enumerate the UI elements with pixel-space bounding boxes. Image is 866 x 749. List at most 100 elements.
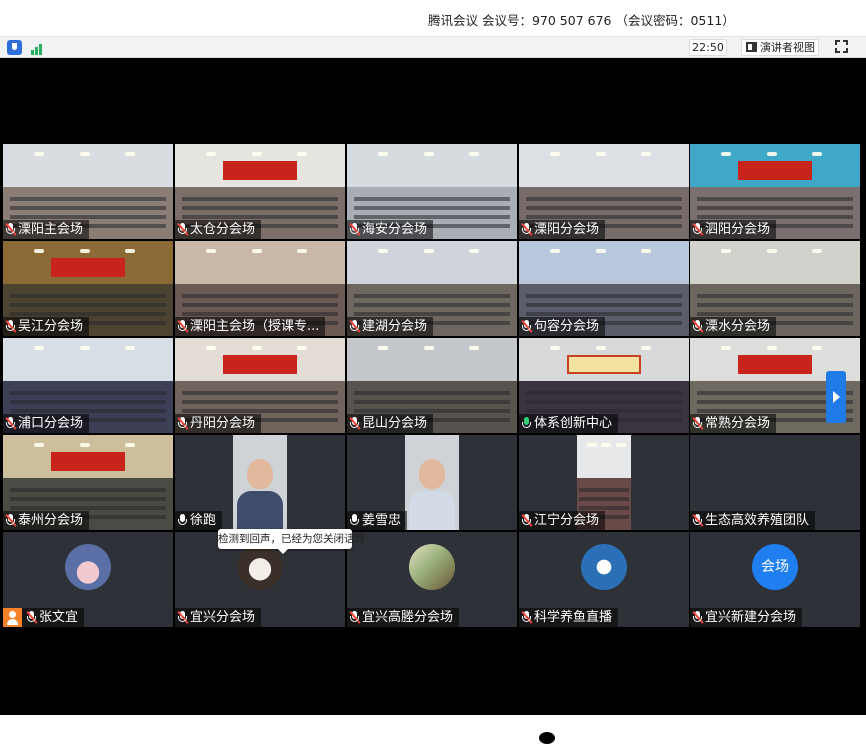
participant-label: 泗阳分会场 bbox=[690, 220, 777, 239]
mic-muted-icon bbox=[177, 320, 189, 333]
participant-name: 吴江分会场 bbox=[18, 319, 84, 334]
participant-tile[interactable]: 丹阳分会场 bbox=[175, 338, 345, 433]
participant-label: 徐跑 bbox=[175, 511, 223, 530]
participant-name: 太仓分会场 bbox=[190, 222, 256, 237]
mic-muted-icon bbox=[521, 223, 533, 236]
participant-tile[interactable]: 徐跑 bbox=[175, 435, 345, 530]
participant-name: 张文宜 bbox=[39, 610, 79, 625]
mic-muted-icon bbox=[5, 223, 17, 236]
mic-muted-icon bbox=[5, 417, 17, 430]
speaker-view-icon bbox=[746, 42, 757, 52]
participant-label: 宜兴新建分会场 bbox=[690, 608, 803, 627]
mic-muted-icon bbox=[349, 611, 361, 624]
participant-tile[interactable]: 科学养鱼直播 bbox=[519, 532, 689, 627]
participant-tile[interactable]: 太仓分会场 bbox=[175, 144, 345, 239]
participant-label: 吴江分会场 bbox=[3, 317, 90, 336]
mic-muted-icon bbox=[692, 320, 704, 333]
microphone-icon bbox=[349, 514, 360, 527]
avatar bbox=[409, 544, 455, 590]
participant-tile[interactable]: 溧阳主会场（授课专... bbox=[175, 241, 345, 336]
participant-tile[interactable]: 句容分会场 bbox=[519, 241, 689, 336]
echo-tooltip: 检测到回声，已经为您关闭话筒 bbox=[218, 529, 365, 554]
participant-tile[interactable]: 海安分会场 bbox=[347, 144, 517, 239]
participant-label: 浦口分会场 bbox=[3, 414, 90, 433]
participant-tile[interactable]: 溧水分会场 bbox=[690, 241, 860, 336]
participant-tile[interactable]: 吴江分会场 bbox=[3, 241, 173, 336]
participant-name: 宜兴分会场 bbox=[190, 610, 256, 625]
participant-tile[interactable]: 溧阳主会场 bbox=[3, 144, 173, 239]
participant-label: 江宁分会场 bbox=[519, 511, 606, 530]
video-feed bbox=[405, 435, 459, 530]
watermark: 中国水科院淡水渔业研究中心 bbox=[524, 719, 839, 749]
participant-name: 徐跑 bbox=[190, 513, 217, 528]
wechat-icon bbox=[524, 720, 558, 748]
user-icon bbox=[3, 608, 22, 627]
participant-name: 丹阳分会场 bbox=[190, 416, 256, 431]
mic-muted-icon bbox=[349, 223, 361, 236]
participant-label: 宜兴高塍分会场 bbox=[347, 608, 460, 627]
participant-tile[interactable]: 宜兴高塍分会场 bbox=[347, 532, 517, 627]
participant-label: 姜雪忠 bbox=[347, 511, 408, 530]
participant-label: 溧水分会场 bbox=[690, 317, 777, 336]
participant-tile[interactable]: 体系创新中心 bbox=[519, 338, 689, 433]
participant-tile[interactable]: 建湖分会场 bbox=[347, 241, 517, 336]
mic-muted-icon bbox=[5, 514, 17, 527]
participant-label: 句容分会场 bbox=[519, 317, 606, 336]
avatar bbox=[237, 544, 283, 590]
participant-name: 溧阳主会场 bbox=[18, 222, 84, 237]
participant-name: 建湖分会场 bbox=[362, 319, 428, 334]
participant-tile[interactable]: 张文宜 bbox=[3, 532, 173, 627]
participant-tile[interactable]: 姜雪忠 bbox=[347, 435, 517, 530]
signal-icon[interactable] bbox=[31, 40, 46, 55]
participant-tile[interactable]: 江宁分会场 bbox=[519, 435, 689, 530]
microphone-icon bbox=[521, 417, 532, 430]
mic-muted-icon bbox=[521, 611, 533, 624]
participant-name: 泗阳分会场 bbox=[705, 222, 771, 237]
fullscreen-icon[interactable] bbox=[835, 40, 848, 53]
mic-muted-icon bbox=[692, 417, 704, 430]
video-stage: 溧阳主会场 太仓分会场 海安分会场 溧阳分会场 泗阳分会场吴江分会场 溧阳主会场（授课专.… bbox=[0, 58, 866, 747]
participant-name: 浦口分会场 bbox=[18, 416, 84, 431]
participant-label: 太仓分会场 bbox=[175, 220, 262, 239]
mic-muted-icon bbox=[692, 611, 704, 624]
participant-label: 昆山分会场 bbox=[347, 414, 434, 433]
speaker-view-button[interactable]: 演讲者视图 bbox=[741, 39, 819, 56]
participant-tile[interactable]: 泗阳分会场 bbox=[690, 144, 860, 239]
mic-muted-icon bbox=[349, 417, 361, 430]
meeting-timer: 22:50 bbox=[689, 39, 727, 56]
participant-label: 丹阳分会场 bbox=[175, 414, 262, 433]
participant-name: 科学养鱼直播 bbox=[534, 610, 613, 625]
shield-icon[interactable] bbox=[7, 40, 22, 55]
participant-label: 生态高效养殖团队 bbox=[690, 511, 816, 530]
participant-label: 张文宜 bbox=[3, 608, 85, 627]
title-bar: 腾讯会议 会议号：970 507 676 （会议密码：0511） bbox=[0, 0, 866, 36]
participant-name: 昆山分会场 bbox=[362, 416, 428, 431]
meeting-title: 腾讯会议 会议号：970 507 676 （会议密码：0511） bbox=[428, 13, 735, 28]
participant-tile[interactable]: 会场 宜兴新建分会场 bbox=[690, 532, 860, 627]
mic-muted-icon bbox=[26, 611, 38, 624]
participant-tile[interactable]: 生态高效养殖团队 bbox=[690, 435, 860, 530]
participant-label: 体系创新中心 bbox=[519, 414, 619, 433]
participant-tile[interactable]: 泰州分会场 bbox=[3, 435, 173, 530]
participant-tile[interactable]: 浦口分会场 bbox=[3, 338, 173, 433]
next-page-button[interactable] bbox=[826, 371, 846, 423]
participant-tile[interactable]: 溧阳分会场 bbox=[519, 144, 689, 239]
microphone-icon bbox=[177, 514, 188, 527]
participant-label: 泰州分会场 bbox=[3, 511, 90, 530]
mic-muted-icon bbox=[521, 320, 533, 333]
participant-name: 宜兴新建分会场 bbox=[705, 610, 797, 625]
participant-label: 溧阳主会场（授课专... bbox=[175, 317, 326, 336]
participant-name: 海安分会场 bbox=[362, 222, 428, 237]
participant-name: 句容分会场 bbox=[534, 319, 600, 334]
participant-name: 溧阳分会场 bbox=[534, 222, 600, 237]
video-feed bbox=[233, 435, 287, 530]
mic-muted-icon bbox=[692, 514, 704, 527]
watermark-text: 中国水科院淡水渔业研究中心 bbox=[566, 723, 839, 747]
participant-tile[interactable]: 昆山分会场 bbox=[347, 338, 517, 433]
mic-muted-icon bbox=[521, 514, 533, 527]
participant-name: 江宁分会场 bbox=[534, 513, 600, 528]
meeting-toolbar: 22:50 演讲者视图 bbox=[0, 36, 866, 58]
mic-muted-icon bbox=[177, 223, 189, 236]
participant-label: 常熟分会场 bbox=[690, 414, 777, 433]
speaker-view-label: 演讲者视图 bbox=[760, 41, 815, 54]
